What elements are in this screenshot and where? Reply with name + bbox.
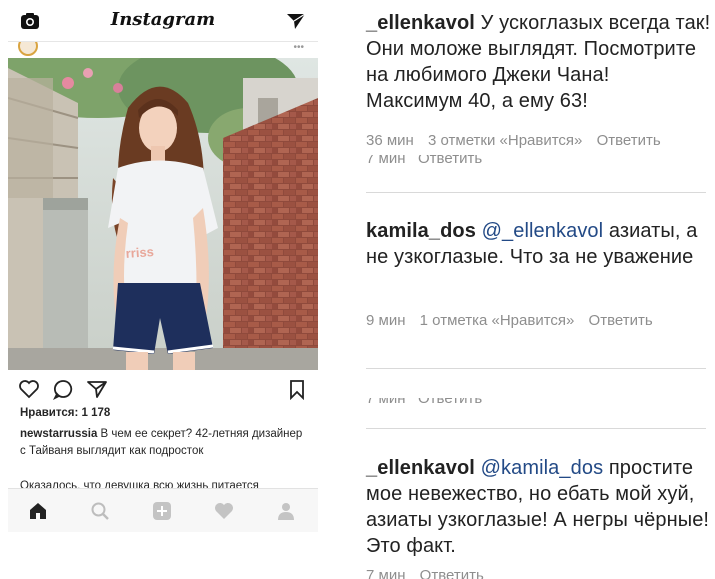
caption-more: Оказалось, что девушка всю жизнь питаетс… [20,480,259,488]
likes-count[interactable]: Нравится: 1 178 [20,407,110,419]
more-options-icon[interactable]: ••• [293,42,304,53]
caption-username[interactable]: newstarrussia [20,428,97,440]
caption-continuation: Оказалось, что девушка всю жизнь питаетс… [20,476,310,488]
comment-time: 36 мин [366,132,414,149]
ghost-meta-row: 7 мин Ответить [366,398,482,406]
post-actions [8,376,318,402]
comment-likes[interactable]: 3 отметки «Нравится» [428,132,582,149]
divider [366,428,706,429]
comments-zoom: _ellenkavol У ускоглазых всегда так! Они… [350,0,715,579]
home-icon[interactable] [28,501,48,521]
profile-icon[interactable] [276,501,296,521]
comment-mention[interactable]: @kamila_dos [475,457,603,479]
heart-icon[interactable] [18,378,40,400]
woman-photo: rriss [8,58,318,370]
svg-text:rriss: rriss [125,244,154,261]
activity-heart-icon[interactable] [214,501,234,521]
comment-username[interactable]: _ellenkavol [366,457,475,479]
app-header: Instagram [8,0,318,42]
post-photo[interactable]: rriss [8,58,318,370]
comment-icon[interactable] [52,378,74,400]
reply-button[interactable]: Ответить [597,132,661,149]
direct-message-icon[interactable] [286,11,306,31]
divider [366,368,706,369]
comment-username[interactable]: kamila_dos [366,220,476,242]
comment-time: 9 мин [366,312,406,329]
avatar[interactable] [18,42,38,56]
comment-2-meta: 9 мин 1 отметка «Нравится» Ответить [366,310,706,332]
comment-1-meta: 36 мин 3 отметки «Нравится» Ответить [366,132,671,149]
comment-time: 7 мин [366,567,406,579]
bottom-tab-bar [8,488,318,532]
reply-button[interactable]: Ответить [589,312,653,329]
comment-likes[interactable]: 1 отметка «Нравится» [420,312,575,329]
share-icon[interactable] [86,378,108,400]
bookmark-icon[interactable] [286,378,308,400]
comment-1: _ellenkavol У ускоглазых всегда так! Они… [366,10,711,114]
post-caption: newstarrussia В чем ее секрет? 42-летняя… [20,426,310,460]
search-icon[interactable] [90,501,110,521]
comment-3-meta: 7 мин Ответить [366,567,494,579]
comment-3: _ellenkavol @kamila_dos простите мое нев… [366,455,711,559]
add-post-icon[interactable] [152,501,172,521]
comment-2: kamila_dos @_ellenkavol азиаты, а не узк… [366,218,711,270]
reply-button[interactable]: Ответить [420,567,484,579]
ghost-meta-row: 7 мин Ответить [366,155,482,163]
comment-username[interactable]: _ellenkavol [366,12,475,34]
instagram-feed-screen: Instagram ••• rriss Нравится: 1 178 news… [8,0,318,532]
comment-mention[interactable]: @_ellenkavol [476,220,603,242]
instagram-logo: Instagram [110,9,216,30]
divider [366,192,706,193]
post-header: ••• [8,42,318,58]
